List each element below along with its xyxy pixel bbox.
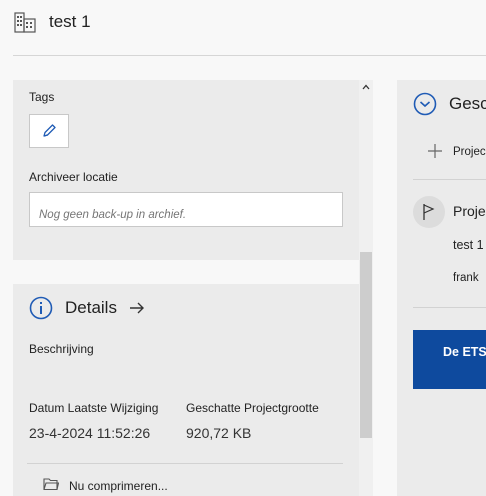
compress-now-button[interactable]: Nu comprimeren...: [69, 479, 168, 493]
scroll-up-arrow-icon[interactable]: [362, 84, 370, 90]
archive-location-input[interactable]: [29, 192, 343, 227]
info-banner[interactable]: De ETS: [413, 330, 486, 389]
arrow-right-icon[interactable]: [129, 300, 145, 316]
add-project-button[interactable]: Projec: [453, 146, 486, 158]
details-title: Details: [65, 298, 117, 317]
banner-text: De ETS: [443, 345, 486, 359]
history-divider: [413, 179, 486, 180]
tags-label: Tags: [29, 90, 55, 104]
properties-panel: Tags Archiveer locatie: [13, 80, 359, 260]
scrollbar[interactable]: [359, 80, 373, 496]
page-header: test 1: [0, 0, 486, 56]
last-modified-label: Datum Laatste Wijziging: [29, 401, 159, 415]
history-panel: Gesc Projec Proje test 1 frank De ETS: [397, 80, 486, 496]
page-title: test 1: [49, 12, 91, 31]
scrollbar-thumb[interactable]: [360, 252, 372, 438]
building-icon: [14, 12, 36, 33]
project-size-label: Geschatte Projectgrootte: [186, 401, 319, 415]
history-entry-project: test 1: [453, 238, 484, 252]
project-size-value: 920,72 KB: [186, 425, 252, 441]
details-divider: [27, 463, 343, 464]
folder-icon: [43, 478, 59, 491]
clock-icon: [413, 92, 437, 116]
history-entry-divider: [413, 307, 486, 308]
history-entry-user: frank: [453, 272, 479, 284]
last-modified-value: 23-4-2024 11:52:26: [29, 425, 151, 441]
details-panel: Details Beschrijving Datum Laatste Wijzi…: [13, 284, 359, 496]
history-title: Gesc: [449, 94, 486, 113]
description-label: Beschrijving: [29, 342, 94, 356]
plus-icon[interactable]: [428, 144, 442, 158]
header-divider: [13, 55, 486, 56]
history-entry-avatar: [413, 196, 445, 228]
pencil-icon: [43, 124, 56, 137]
edit-tags-button[interactable]: [29, 114, 69, 148]
info-icon: [29, 296, 53, 320]
archive-location-label: Archiveer locatie: [29, 170, 118, 184]
history-entry-title: Proje: [453, 203, 486, 219]
flag-icon: [423, 204, 435, 220]
